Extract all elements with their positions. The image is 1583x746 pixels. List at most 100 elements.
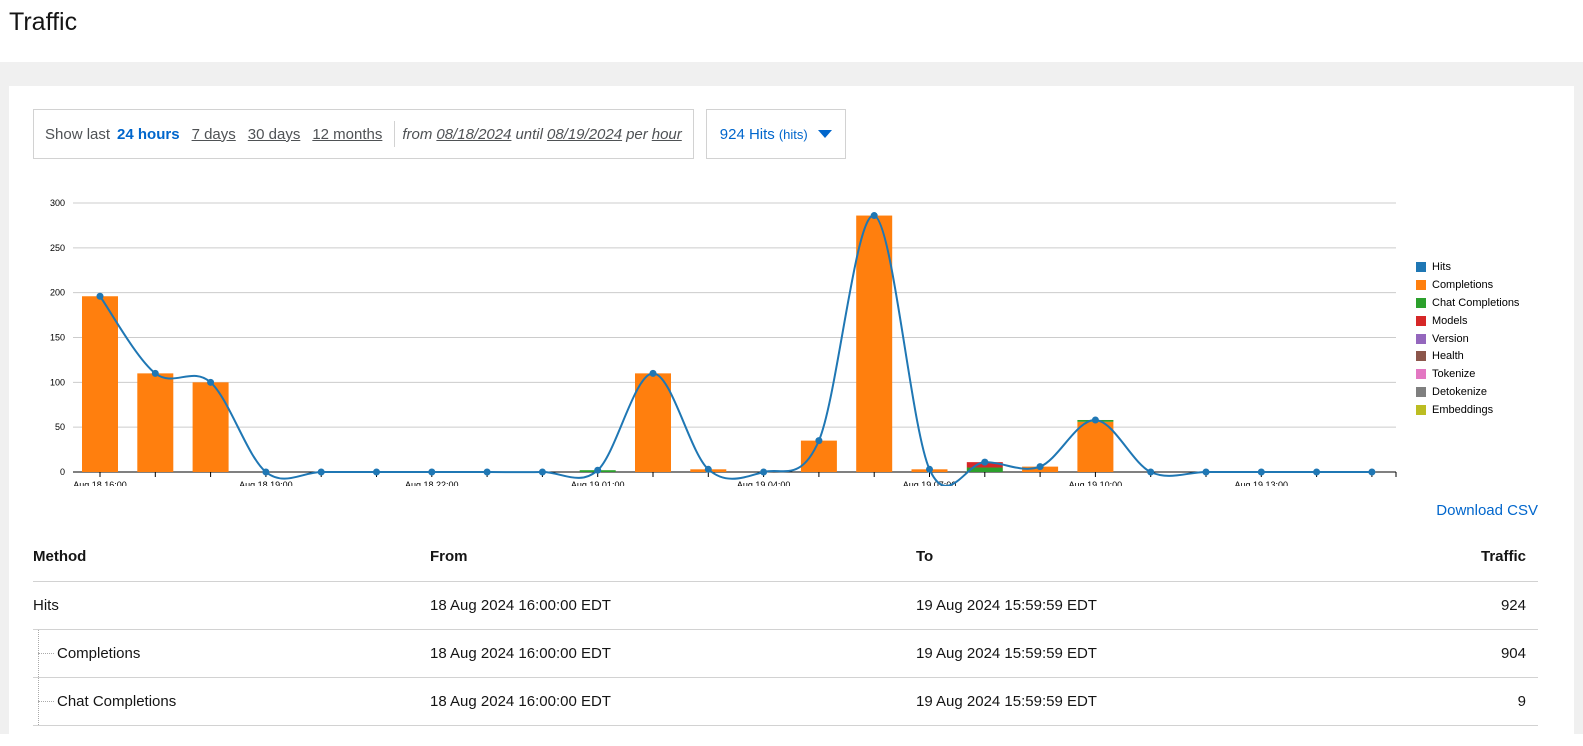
- y-tick-label: 200: [50, 288, 65, 298]
- main-area: Show last 24 hours 7 days 30 days 12 mon…: [0, 62, 1583, 746]
- from-date[interactable]: 08/18/2024: [436, 126, 511, 143]
- method-cell: Chat Completions: [33, 677, 430, 726]
- header-to: To: [916, 533, 1316, 582]
- table-row: Chat Completions 18 Aug 2024 16:00:00 EDT…: [33, 677, 1538, 726]
- data-point: [1313, 468, 1321, 476]
- granularity-selector[interactable]: hour: [652, 126, 682, 143]
- legend-swatch: [1416, 369, 1426, 380]
- metric-unit: (hits): [778, 126, 808, 142]
- legend-swatch: [1416, 297, 1426, 308]
- legend-label: Detokenize: [1432, 386, 1488, 399]
- y-tick-label: 0: [60, 467, 65, 477]
- data-point: [815, 437, 823, 445]
- metric-value: 924 Hits: [719, 125, 775, 143]
- page-header: Traffic: [0, 0, 1583, 62]
- legend-item[interactable]: Models: [1416, 312, 1519, 330]
- x-tick-label: Aug 18 16:00: [73, 480, 127, 486]
- table-header-row: Method From To Traffic: [33, 533, 1538, 582]
- from-cell: 18 Aug 2024 16:00:00 EDT: [430, 629, 916, 678]
- date-range-selector: Show last 24 hours 7 days 30 days 12 mon…: [33, 109, 694, 159]
- period-7-days[interactable]: 7 days: [192, 126, 236, 143]
- x-tick-label: Aug 18 19:00: [239, 480, 293, 486]
- header-method: Method: [33, 533, 430, 582]
- legend-label: Hits: [1432, 260, 1451, 273]
- caret-down-icon: [817, 130, 832, 138]
- method-cell: Completions: [33, 629, 430, 678]
- method-cell: Hits: [33, 581, 430, 630]
- show-last-label: Show last: [45, 125, 111, 143]
- data-point: [1202, 468, 1210, 476]
- x-tick-label: Aug 19 04:00: [737, 480, 791, 486]
- y-tick-label: 100: [50, 377, 65, 387]
- data-point: [704, 465, 712, 473]
- y-tick-label: 150: [50, 333, 65, 343]
- until-label: until: [515, 125, 543, 143]
- legend-swatch: [1416, 333, 1426, 344]
- y-tick-label: 300: [50, 198, 65, 208]
- legend-item[interactable]: Completions: [1416, 276, 1519, 294]
- bar-completions: [82, 296, 118, 472]
- legend-swatch: [1416, 351, 1426, 362]
- legend-swatch: [1416, 405, 1426, 416]
- legend-label: Health: [1432, 350, 1464, 363]
- data-point: [1091, 416, 1099, 424]
- legend-item[interactable]: Version: [1416, 330, 1519, 348]
- traffic-cell: 924: [1316, 581, 1538, 630]
- method-name: Chat Completions: [57, 692, 177, 710]
- traffic-cell: 904: [1316, 629, 1538, 678]
- traffic-cell: 9: [1316, 677, 1538, 726]
- period-12-months[interactable]: 12 months: [312, 126, 382, 143]
- legend-label: Version: [1432, 332, 1469, 345]
- tree-branch: [38, 653, 54, 654]
- page-title: Traffic: [9, 8, 78, 36]
- divider: [394, 121, 396, 147]
- data-point: [649, 369, 657, 377]
- to-cell: 19 Aug 2024 15:59:59 EDT: [916, 677, 1316, 726]
- data-point: [1257, 468, 1265, 476]
- data-point: [870, 212, 878, 220]
- data-point: [981, 458, 989, 466]
- per-label: per: [626, 125, 648, 143]
- line-hits: [99, 214, 1372, 486]
- method-name: Completions: [57, 644, 141, 662]
- legend-item[interactable]: Detokenize: [1416, 383, 1519, 401]
- data-point: [760, 468, 768, 476]
- from-cell: 18 Aug 2024 16:00:00 EDT: [430, 581, 916, 630]
- bar-completions: [192, 382, 229, 472]
- legend-swatch: [1416, 279, 1426, 290]
- until-date[interactable]: 08/19/2024: [547, 126, 622, 143]
- legend-item[interactable]: Health: [1416, 347, 1519, 365]
- legend-item[interactable]: Embeddings: [1416, 401, 1519, 419]
- legend-label: Chat Completions: [1432, 296, 1520, 309]
- legend-item[interactable]: Hits: [1416, 258, 1519, 276]
- header-from: From: [430, 533, 916, 582]
- x-tick-label: Aug 19 13:00: [1235, 480, 1289, 486]
- data-point: [428, 468, 436, 476]
- data-point: [317, 468, 325, 476]
- traffic-card: Show last 24 hours 7 days 30 days 12 mon…: [9, 86, 1574, 746]
- period-24-hours[interactable]: 24 hours: [117, 126, 180, 143]
- legend-item[interactable]: Chat Completions: [1416, 294, 1519, 312]
- data-point: [1036, 463, 1044, 471]
- bar-completions: [856, 215, 893, 472]
- table-row: Hits 18 Aug 2024 16:00:00 EDT 19 Aug 2024 …: [33, 581, 1538, 630]
- x-tick-label: Aug 19 01:00: [571, 480, 625, 486]
- legend-item[interactable]: Tokenize: [1416, 365, 1519, 383]
- chart-legend: Hits Completions Chat Completions Models Ver…: [1416, 258, 1519, 419]
- data-point: [151, 369, 159, 377]
- download-csv-link[interactable]: Download CSV: [1436, 502, 1538, 519]
- y-tick-label: 250: [50, 243, 65, 253]
- legend-swatch: [1416, 387, 1426, 398]
- data-point: [373, 468, 380, 476]
- data-point: [1368, 468, 1376, 476]
- metric-dropdown[interactable]: 924 Hits (hits): [705, 109, 846, 159]
- y-tick-label: 50: [55, 422, 65, 432]
- traffic-table: Method From To Traffic Hits 18 Aug 2024 1…: [33, 533, 1538, 726]
- legend-label: Models: [1432, 314, 1468, 327]
- tree-branch: [38, 701, 54, 702]
- period-30-days[interactable]: 30 days: [248, 126, 301, 143]
- to-cell: 19 Aug 2024 15:59:59 EDT: [916, 629, 1316, 678]
- data-point: [96, 292, 104, 300]
- x-tick-label: Aug 18 22:00: [405, 480, 459, 486]
- bar-completions: [800, 440, 837, 472]
